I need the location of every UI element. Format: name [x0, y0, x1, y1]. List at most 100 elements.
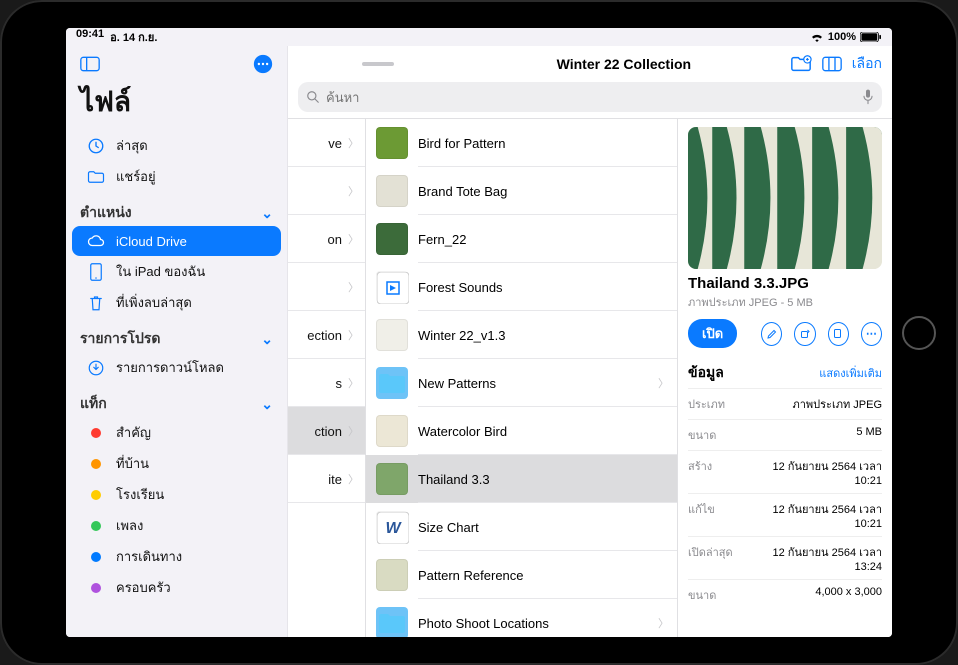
- info-value: ภาพประเภท JPEG: [792, 395, 882, 413]
- sidebar-item-label: แชร์อยู่: [116, 166, 156, 187]
- file-row[interactable]: Forest Sounds: [366, 263, 677, 311]
- view-options-button[interactable]: [822, 56, 842, 72]
- sidebar-tag-item[interactable]: สำคัญ: [72, 417, 281, 448]
- tag-dot-icon: [86, 578, 106, 598]
- sidebar-tag-item[interactable]: การเดินทาง: [72, 541, 281, 572]
- open-button[interactable]: เปิด: [688, 319, 737, 348]
- sidebar: ไฟล์ ล่าสุด แชร์อยู่ ตำแหน่ง ⌄ iCloud Dr…: [66, 46, 288, 637]
- file-thumb-icon: [376, 271, 408, 303]
- column1-row[interactable]: 〉: [288, 263, 365, 311]
- sidebar-item-recently-deleted[interactable]: ที่เพิ่งลบล่าสุด: [72, 287, 281, 318]
- more-button[interactable]: [249, 50, 277, 78]
- column1-label: on: [328, 232, 342, 247]
- file-row[interactable]: Thailand 3.3: [366, 455, 677, 503]
- new-folder-button[interactable]: [790, 55, 812, 73]
- column1-row[interactable]: on 〉: [288, 215, 365, 263]
- sidebar-tag-item[interactable]: ที่บ้าน: [72, 448, 281, 479]
- sidebar-tag-item[interactable]: เพลง: [72, 510, 281, 541]
- file-row[interactable]: Winter 22_v1.3: [366, 311, 677, 359]
- chevron-right-icon: 〉: [348, 135, 359, 151]
- search-input[interactable]: [298, 82, 882, 112]
- chevron-right-icon: 〉: [348, 279, 359, 295]
- info-value: 12 กันยายน 2564 เวลา 10:21: [752, 457, 882, 487]
- sidebar-tag-item[interactable]: ครอบครัว: [72, 572, 281, 603]
- sidebar-item-recents[interactable]: ล่าสุด: [72, 130, 281, 161]
- convert-button[interactable]: [828, 322, 849, 346]
- chevron-right-icon: 〉: [658, 375, 669, 391]
- info-subtitle: ภาพประเภท JPEG - 5 MB: [688, 293, 882, 311]
- file-row[interactable]: New Patterns〉: [366, 359, 677, 407]
- sidebar-item-shared[interactable]: แชร์อยู่: [72, 161, 281, 192]
- column1-row[interactable]: ction〉: [288, 407, 365, 455]
- chevron-right-icon: 〉: [348, 423, 359, 439]
- column1-row[interactable]: ite〉: [288, 455, 365, 503]
- column1-label: ve: [328, 136, 342, 151]
- column-1[interactable]: ve〉〉on〉〉ection〉s〉ction〉ite〉: [288, 119, 366, 637]
- info-value: 12 กันยายน 2564 เวลา 13:24: [752, 543, 882, 573]
- info-key: แก้ไข: [688, 500, 715, 530]
- info-key: ขนาด: [688, 426, 716, 444]
- sidebar-section-tags[interactable]: แท็ก ⌄: [66, 383, 287, 417]
- select-button[interactable]: เลือก: [852, 53, 882, 75]
- sidebar-item-label: ครอบครัว: [116, 577, 171, 598]
- file-row[interactable]: Pattern Reference: [366, 551, 677, 599]
- sidebar-item-label: โรงเรียน: [116, 484, 164, 505]
- info-pane: Thailand 3.3.JPG ภาพประเภท JPEG - 5 MB เ…: [678, 119, 892, 637]
- info-key: ขนาด: [688, 586, 716, 604]
- home-button[interactable]: [902, 316, 936, 350]
- column1-label: ite: [328, 472, 342, 487]
- info-more-button[interactable]: ⋯: [861, 322, 882, 346]
- file-row[interactable]: Photo Shoot Locations〉: [366, 599, 677, 637]
- show-more-button[interactable]: แสดงเพิ่มเติม: [819, 364, 882, 382]
- download-icon: [86, 358, 106, 378]
- info-value: 5 MB: [856, 426, 882, 444]
- file-row[interactable]: Watercolor Bird: [366, 407, 677, 455]
- file-row[interactable]: Fern_22: [366, 215, 677, 263]
- sidebar-tag-item[interactable]: โรงเรียน: [72, 479, 281, 510]
- sidebar-item-label: ที่บ้าน: [116, 453, 149, 474]
- markup-button[interactable]: [761, 322, 782, 346]
- file-row[interactable]: Bird for Pattern: [366, 119, 677, 167]
- sidebar-section-locations[interactable]: ตำแหน่ง ⌄: [66, 192, 287, 226]
- chevron-down-icon: ⌄: [261, 396, 273, 413]
- file-thumb-icon: [376, 559, 408, 591]
- toggle-sidebar-button[interactable]: [76, 50, 104, 78]
- file-name-label: Forest Sounds: [418, 280, 669, 295]
- file-thumb-icon: [376, 415, 408, 447]
- sidebar-item-on-ipad[interactable]: ใน iPad ของฉัน: [72, 256, 281, 287]
- file-name-label: Brand Tote Bag: [418, 184, 669, 199]
- column-2[interactable]: Bird for Pattern Brand Tote Bag Fern_22 For…: [366, 119, 678, 637]
- mic-icon[interactable]: [862, 89, 874, 105]
- info-row: ประเภทภาพประเภท JPEG: [688, 388, 882, 419]
- file-row[interactable]: Brand Tote Bag: [366, 167, 677, 215]
- sidebar-item-label: การเดินทาง: [116, 546, 182, 567]
- column1-row[interactable]: s〉: [288, 359, 365, 407]
- info-row: เปิดล่าสุด12 กันยายน 2564 เวลา 13:24: [688, 536, 882, 579]
- sidebar-item-icloud[interactable]: iCloud Drive: [72, 226, 281, 256]
- column1-row[interactable]: ve 〉: [288, 119, 365, 167]
- folder-shared-icon: [86, 167, 106, 187]
- file-name-label: Winter 22_v1.3: [418, 328, 669, 343]
- file-row[interactable]: WSize Chart: [366, 503, 677, 551]
- tag-dot-icon: [86, 516, 106, 536]
- info-filename: Thailand 3.3.JPG: [688, 275, 882, 292]
- sidebar-item-downloads[interactable]: รายการดาวน์โหลด: [72, 352, 281, 383]
- column1-row[interactable]: 〉: [288, 167, 365, 215]
- tag-dot-icon: [86, 485, 106, 505]
- chevron-down-icon: ⌄: [261, 205, 273, 222]
- rotate-button[interactable]: [794, 322, 815, 346]
- search-field[interactable]: [326, 90, 856, 105]
- chevron-right-icon: 〉: [348, 327, 359, 343]
- file-preview-image[interactable]: [688, 127, 882, 269]
- wifi-icon: [810, 32, 824, 42]
- grabber-icon[interactable]: [362, 62, 394, 66]
- sidebar-item-label: สำคัญ: [116, 422, 151, 443]
- chevron-right-icon: 〉: [348, 231, 359, 247]
- file-name-label: Photo Shoot Locations: [418, 616, 648, 631]
- window-title: Winter 22 Collection: [468, 56, 780, 72]
- column1-row[interactable]: ection〉: [288, 311, 365, 359]
- trash-icon: [86, 293, 106, 313]
- sidebar-section-favorites[interactable]: รายการโปรด ⌄: [66, 318, 287, 352]
- info-row: ขนาด4,000 x 3,000: [688, 579, 882, 610]
- status-time: 09:41: [76, 28, 104, 46]
